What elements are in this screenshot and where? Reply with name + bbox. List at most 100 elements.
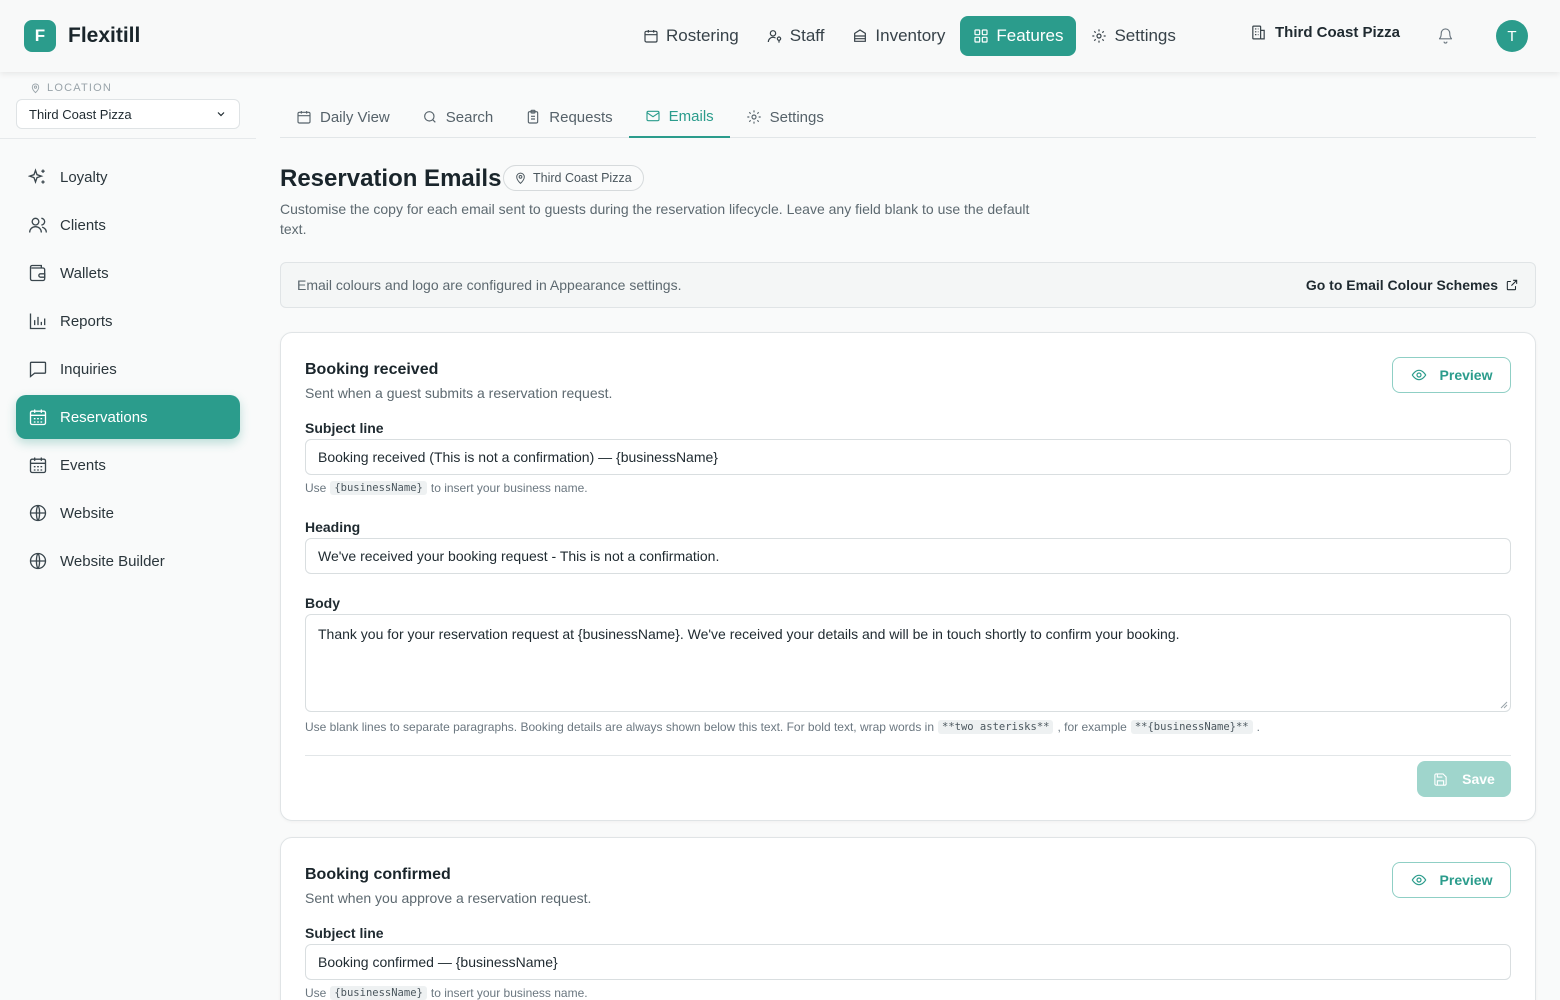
users-icon [29,217,47,233]
hint-code: {businessName} [330,986,427,1000]
hint-text: Use [305,986,327,1000]
user-avatar[interactable]: T [1496,20,1528,52]
map-pin-icon [31,83,40,93]
nav-settings-label: Settings [1114,26,1176,45]
page-title: Reservation Emails [280,165,502,192]
preview-label: Preview [1439,872,1493,888]
subject-line-hint: Use {businessName} to insert your busine… [305,481,588,495]
chevron-down-icon [217,112,225,117]
subject-line-label: Subject line [305,420,384,436]
subject-line-label: Subject line [305,925,384,941]
map-pin-icon [516,172,525,184]
tab-requests[interactable]: Requests [509,96,628,138]
mail-icon [646,110,660,122]
sidebar-item-label: Website [60,504,114,522]
tab-daily-view[interactable]: Daily View [280,96,406,138]
nav-staff[interactable]: Staff [754,16,838,56]
sidebar-item-label: Inquiries [60,360,117,378]
page-description: Customise the copy for each email sent t… [280,201,1030,237]
info-link-label: Go to Email Colour Schemes [1305,277,1498,293]
tab-settings[interactable]: Settings [730,96,840,138]
sidebar-item-website-builder[interactable]: Website Builder [16,539,240,583]
subject-line-input[interactable]: Booking received (This is not a confirma… [305,439,1511,475]
tab-label: Daily View [320,108,390,126]
sidebar-item-label: Reservations [60,408,148,426]
sidebar-item-label: Wallets [60,264,109,282]
sidebar-item-loyalty[interactable]: Loyalty [16,155,240,199]
top-navigation-bar: F Flexitill Rostering Staff Inventory Fe… [0,0,1560,72]
nav-settings[interactable]: Settings [1078,16,1188,56]
body-textarea[interactable]: Thank you for your reservation request a… [305,614,1511,712]
location-select[interactable]: Third Coast Pizza [16,99,240,129]
hint-text: , for example [1057,720,1127,734]
hint-text: Use blank lines to separate paragraphs. … [305,720,934,734]
hint-code: **{businessName}** [1130,720,1253,734]
save-icon [1434,772,1447,786]
sidebar-item-label: Events [60,456,106,474]
eye-icon [1411,874,1426,886]
main-nav: Rostering Staff Inventory Features Setti… [630,16,1191,56]
location-label: LOCATION [30,82,112,94]
preview-button[interactable]: Preview [1392,357,1511,393]
bell-icon [1438,28,1453,44]
hint-text: . [1256,720,1260,734]
sidebar-divider [0,138,256,139]
card-title: Booking confirmed [305,866,451,883]
heading-input[interactable]: We've received your booking request - Th… [305,538,1511,574]
archive-icon [854,29,867,42]
tab-emails[interactable]: Emails [628,96,730,138]
email-colour-schemes-link[interactable]: Go to Email Colour Schemes [1306,277,1519,293]
main-content: Daily View Search Requests Emails Settin… [280,72,1536,1000]
sidebar-item-reservations[interactable]: Reservations [16,395,240,439]
card-divider [305,755,1511,756]
notifications-bell[interactable] [1437,27,1454,45]
sidebar-item-clients[interactable]: Clients [16,203,240,247]
sidebar-item-events[interactable]: Events [16,443,240,487]
subject-line-hint: Use {businessName} to insert your busine… [305,986,588,1000]
sidebar-item-label: Clients [60,216,106,234]
location-badge-text: Third Coast Pizza [533,171,632,185]
hint-text: to insert your business name. [430,986,588,1000]
sidebar-item-wallets[interactable]: Wallets [16,251,240,295]
globe-icon [29,504,47,522]
nav-inventory[interactable]: Inventory [839,16,958,56]
tab-label: Settings [769,108,824,126]
body-hint: Use blank lines to separate paragraphs. … [305,720,1260,734]
calendar-icon [297,111,311,124]
gear-icon [1092,29,1107,43]
grid-icon [974,29,988,43]
nav-rostering[interactable]: Rostering [630,16,752,56]
business-switcher[interactable]: Third Coast Pizza [1250,24,1400,41]
gear-icon [747,110,761,124]
sidebar-item-website[interactable]: Website [16,491,240,535]
nav-rostering-label: Rostering [666,26,739,45]
sidebar-item-inquiries[interactable]: Inquiries [16,347,240,391]
business-name: Third Coast Pizza [1275,24,1401,41]
reservation-tabs: Daily View Search Requests Emails Settin… [280,96,1536,138]
preview-button[interactable]: Preview [1392,862,1511,898]
email-card-booking-confirmed: Booking confirmed Sent when you approve … [280,837,1536,1000]
user-key-icon [767,30,782,43]
external-link-icon [1506,279,1518,291]
nav-features-label: Features [996,26,1064,45]
tab-label: Search [445,108,494,126]
body-text: Thank you for your reservation request a… [318,626,1180,642]
tab-label: Requests [549,108,613,126]
eye-icon [1411,369,1426,381]
resize-handle-icon[interactable] [1500,701,1508,709]
body-label: Body [305,595,340,611]
brand[interactable]: F Flexitill [24,20,140,52]
search-icon [423,111,436,123]
bar-chart-icon [29,313,46,330]
subject-line-input[interactable]: Booking confirmed — {businessName} [305,944,1511,980]
nav-features[interactable]: Features [960,16,1077,56]
email-card-booking-received: Booking received Sent when a guest submi… [280,332,1536,821]
sidebar-item-label: Loyalty [60,168,108,186]
tab-search[interactable]: Search [406,96,510,138]
sidebar-item-reports[interactable]: Reports [16,299,240,343]
location-label-text: LOCATION [47,82,113,94]
calendar-icon [644,30,658,43]
nav-staff-label: Staff [789,26,825,45]
calendar-grid-icon [29,409,47,426]
save-button[interactable]: Save [1417,761,1511,797]
